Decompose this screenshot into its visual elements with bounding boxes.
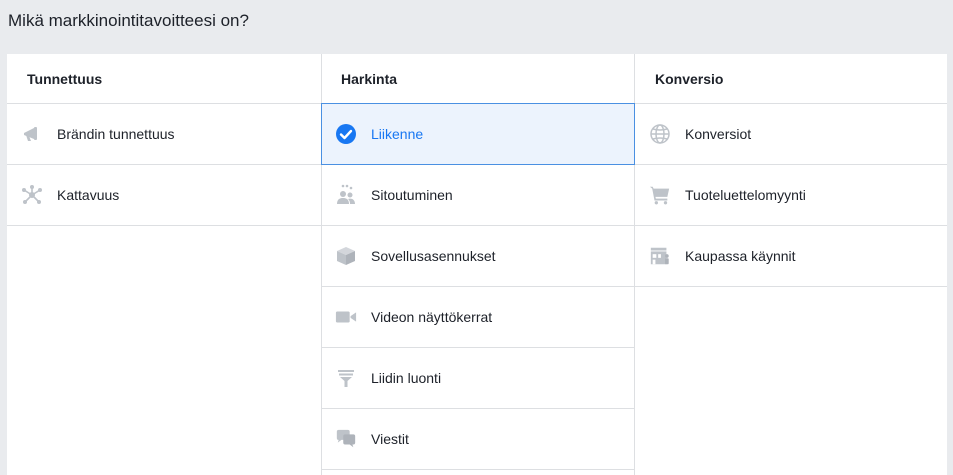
objective-brand-awareness[interactable]: Brändin tunnettuus xyxy=(7,104,321,165)
network-icon xyxy=(21,184,43,206)
column-header: Konversio xyxy=(635,54,947,104)
objective-store-visits[interactable]: Kaupassa käynnit xyxy=(635,226,947,287)
column-awareness: Tunnettuus Brändin tunnettuus Kattavuus xyxy=(7,54,321,475)
storefront-icon xyxy=(649,245,671,267)
objective-label: Viestit xyxy=(371,431,409,447)
objective-catalog-sales[interactable]: Tuoteluettelomyynti xyxy=(635,165,947,226)
objective-messages[interactable]: Viestit xyxy=(322,409,634,470)
page-title: Mikä markkinointitavoitteesi on? xyxy=(8,11,249,30)
objective-panel: Tunnettuus Brändin tunnettuus Kattavuus … xyxy=(7,54,947,475)
funnel-icon xyxy=(335,367,357,389)
megaphone-icon xyxy=(21,123,43,145)
objective-label: Kattavuus xyxy=(57,187,120,203)
check-circle-icon xyxy=(335,123,357,145)
globe-icon xyxy=(649,123,671,145)
objective-label: Sitoutuminen xyxy=(371,187,453,203)
objective-label: Videon näyttökerrat xyxy=(371,309,493,325)
column-conversion: Konversio Konversiot Tuoteluettelomyynti… xyxy=(635,54,947,475)
objective-label: Konversiot xyxy=(685,126,752,142)
objective-label: Liikenne xyxy=(371,126,424,142)
objective-label: Sovellusasennukset xyxy=(371,248,496,264)
objective-app-installs[interactable]: Sovellusasennukset xyxy=(322,226,634,287)
objective-label: Brändin tunnettuus xyxy=(57,126,175,142)
objective-label: Liidin luonti xyxy=(371,370,442,386)
column-consideration: Harkinta Liikenne Sitoutuminen Sovellusa… xyxy=(321,54,635,475)
chat-bubbles-icon xyxy=(335,428,357,450)
objective-label: Tuoteluettelomyynti xyxy=(685,187,806,203)
video-camera-icon xyxy=(335,306,357,328)
objective-conversions[interactable]: Konversiot xyxy=(635,104,947,165)
people-icon xyxy=(335,184,357,206)
objective-traffic[interactable]: Liikenne xyxy=(321,103,635,165)
objective-engagement[interactable]: Sitoutuminen xyxy=(322,165,634,226)
objective-label: Kaupassa käynnit xyxy=(685,248,796,264)
objective-video-views[interactable]: Videon näyttökerrat xyxy=(322,287,634,348)
cart-icon xyxy=(649,184,671,206)
box-icon xyxy=(335,245,357,267)
objective-lead-generation[interactable]: Liidin luonti xyxy=(322,348,634,409)
column-header: Harkinta xyxy=(322,54,634,104)
column-header: Tunnettuus xyxy=(7,54,321,104)
objective-reach[interactable]: Kattavuus xyxy=(7,165,321,226)
